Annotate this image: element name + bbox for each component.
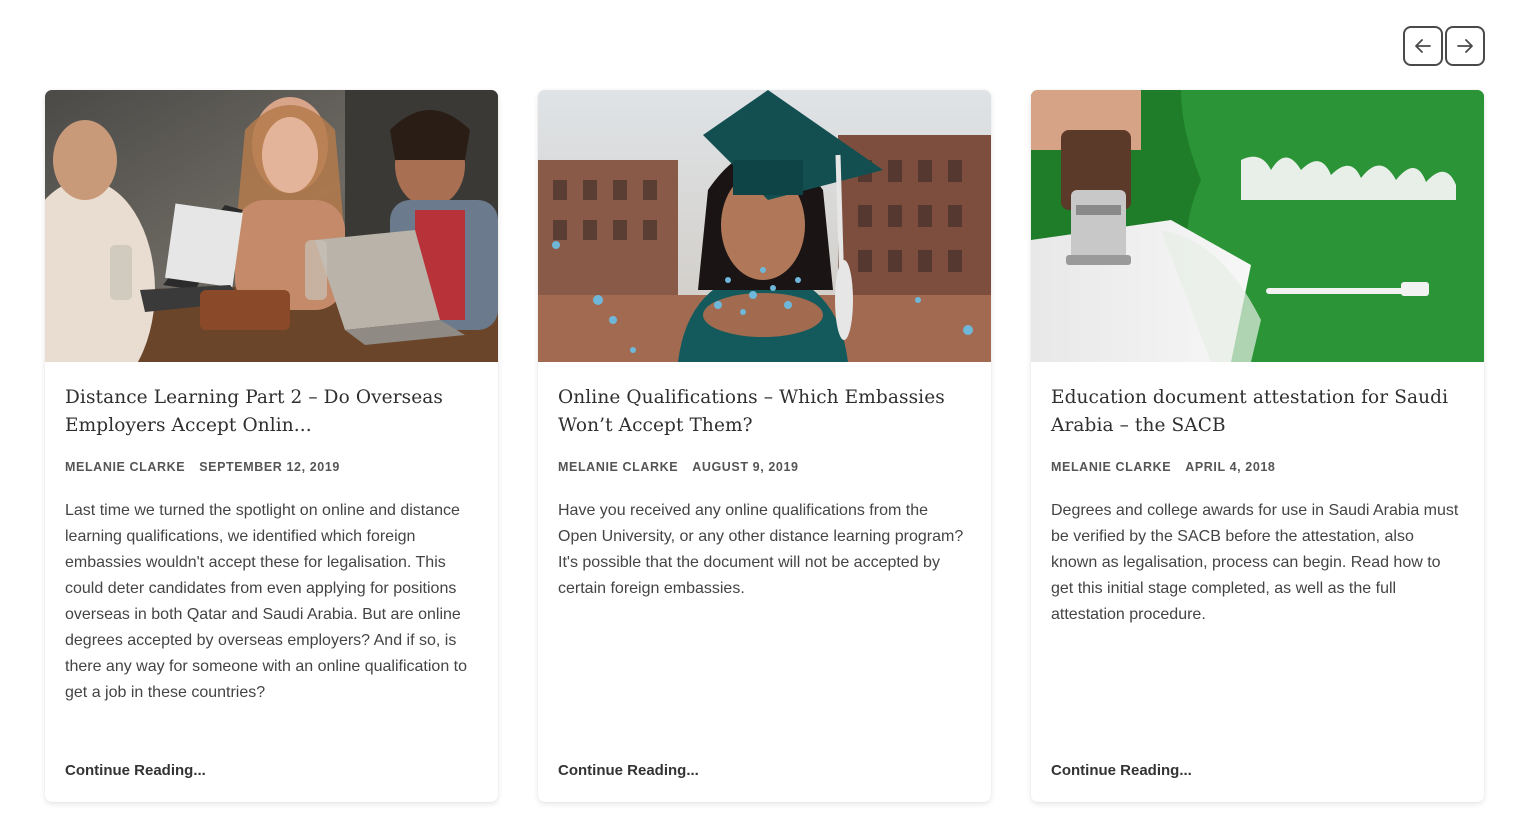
post-excerpt: Last time we turned the spotlight on onl… <box>65 502 468 701</box>
arrow-right-icon <box>1457 39 1473 53</box>
post-date: AUGUST 9, 2019 <box>692 460 799 474</box>
post-author[interactable]: MELANIE CLARKE <box>558 460 678 474</box>
post-excerpt: Degrees and college awards for use in Sa… <box>1051 502 1459 623</box>
post-date: APRIL 4, 2018 <box>1185 460 1276 474</box>
carousel-prev-button[interactable] <box>1403 26 1443 66</box>
graduate-confetti-photo <box>538 90 991 362</box>
carousel-next-button[interactable] <box>1445 26 1485 66</box>
post-image-students[interactable] <box>45 90 498 362</box>
post-image-saudi-flag[interactable] <box>1031 90 1484 362</box>
post-meta: MELANIE CLARKE SEPTEMBER 12, 2019 <box>65 460 478 474</box>
continue-reading-link[interactable]: Continue Reading... <box>558 762 699 779</box>
post-excerpt: Have you received any online qualificati… <box>558 502 964 597</box>
post-meta: MELANIE CLARKE APRIL 4, 2018 <box>1051 460 1464 474</box>
post-author[interactable]: MELANIE CLARKE <box>1051 460 1171 474</box>
post-author[interactable]: MELANIE CLARKE <box>65 460 185 474</box>
saudi-flag-stamp-photo <box>1031 90 1484 362</box>
post-title[interactable]: Distance Learning Part 2 – Do Overseas E… <box>65 384 478 440</box>
post-title[interactable]: Online Qualifications – Which Embassies … <box>558 384 971 440</box>
post-title[interactable]: Education document attestation for Saudi… <box>1051 384 1464 440</box>
blog-post-card: Distance Learning Part 2 – Do Overseas E… <box>45 90 498 802</box>
blog-post-card: Education document attestation for Saudi… <box>1031 90 1484 802</box>
post-date: SEPTEMBER 12, 2019 <box>199 460 340 474</box>
post-image-graduate[interactable] <box>538 90 991 362</box>
students-laptops-photo <box>45 90 498 362</box>
continue-reading-link[interactable]: Continue Reading... <box>1051 762 1192 779</box>
continue-reading-link[interactable]: Continue Reading... <box>65 762 206 779</box>
post-meta: MELANIE CLARKE AUGUST 9, 2019 <box>558 460 971 474</box>
arrow-left-icon <box>1415 39 1431 53</box>
blog-post-card: Online Qualifications – Which Embassies … <box>538 90 991 802</box>
